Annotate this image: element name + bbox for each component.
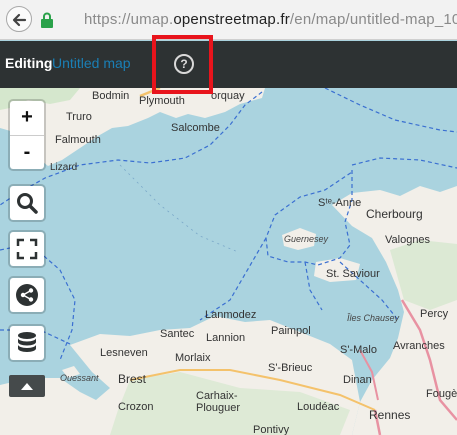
- place-label-lesneven: Lesneven: [100, 347, 148, 359]
- place-label-torquay: orquay: [211, 90, 245, 102]
- place-label-dinan: Dinan: [343, 374, 372, 386]
- search-icon: [17, 193, 38, 214]
- back-button[interactable]: [6, 6, 32, 32]
- url-prefix: https://umap.: [84, 11, 174, 28]
- lock-icon: [41, 12, 53, 28]
- place-label-valognes: Valognes: [385, 234, 431, 246]
- zoom-out-button[interactable]: -: [10, 136, 44, 170]
- place-label-pontivy: Pontivy: [253, 424, 290, 435]
- caret-up-icon: [21, 383, 33, 390]
- back-arrow-icon: [12, 13, 27, 27]
- map-canvas[interactable]: Bodmin Plymouth orquay Truro Falmouth Sa…: [0, 88, 457, 435]
- help-button-highlight: [152, 35, 213, 94]
- place-label-morlaix: Morlaix: [175, 352, 211, 364]
- place-label-plymouth: Plymouth: [139, 95, 185, 107]
- place-label-lanmodez: Lanmodez: [205, 309, 257, 321]
- fullscreen-button[interactable]: [10, 232, 44, 266]
- share-button[interactable]: [10, 278, 44, 312]
- data-layers-button[interactable]: [10, 326, 44, 360]
- place-label-percy: Percy: [420, 308, 449, 320]
- place-label-cherbourg: Cherbourg: [366, 207, 423, 221]
- place-label-rennes: Rennes: [369, 408, 411, 422]
- place-label-loudeac: Loudéac: [297, 401, 340, 413]
- editing-label: Editing: [5, 55, 53, 71]
- browser-url-bar: https://umap.openstreetmap.fr/en/map/unt…: [0, 0, 457, 40]
- map-name-link[interactable]: Untitled map: [52, 55, 131, 71]
- place-label-brest: Brest: [118, 372, 147, 386]
- place-label-fougeres: Fougè: [426, 388, 457, 400]
- share-icon: [16, 284, 38, 306]
- place-label-truro: Truro: [66, 111, 92, 123]
- place-label-falmouth: Falmouth: [55, 134, 101, 146]
- place-label-carhaix: Carhaix- Plouguer: [196, 390, 241, 414]
- place-label-guernesey: Guernesey: [284, 234, 329, 244]
- place-label-santec: Santec: [160, 328, 195, 340]
- place-label-st-brieuc: S'-Brieuc: [268, 362, 313, 374]
- edit-toolbar: Editing Untitled map ?: [0, 41, 457, 88]
- fullscreen-icon: [16, 238, 38, 260]
- place-label-st-malo: S'-Malo: [340, 344, 377, 356]
- url-path: /en/map/untitled-map_105: [289, 11, 457, 28]
- place-label-ouessant: Ouessant: [60, 373, 99, 383]
- place-label-lannion: Lannion: [206, 332, 246, 344]
- zoom-in-button[interactable]: +: [10, 101, 44, 135]
- more-controls-toggle[interactable]: [9, 375, 45, 397]
- place-label-crozon: Crozon: [118, 401, 154, 413]
- url-domain: openstreetmap.fr: [173, 11, 290, 28]
- place-label-lizard: Lizard: [50, 162, 78, 173]
- place-label-paimpol: Paimpol: [271, 325, 311, 337]
- database-icon: [18, 332, 36, 352]
- place-label-ste-anne: Sᵗᵉ-Anne: [318, 197, 362, 209]
- place-label-iles-chausey: Îles Chausey: [347, 313, 400, 323]
- place-label-avranches: Avranches: [393, 340, 445, 352]
- url-field[interactable]: https://umap.openstreetmap.fr/en/map/unt…: [84, 11, 457, 28]
- zoom-control: + -: [10, 101, 44, 169]
- search-button[interactable]: [10, 186, 44, 220]
- place-label-st-saviour: St. Saviour: [326, 268, 380, 280]
- place-label-salcombe: Salcombe: [171, 122, 220, 134]
- place-label-bodmin: Bodmin: [92, 90, 130, 102]
